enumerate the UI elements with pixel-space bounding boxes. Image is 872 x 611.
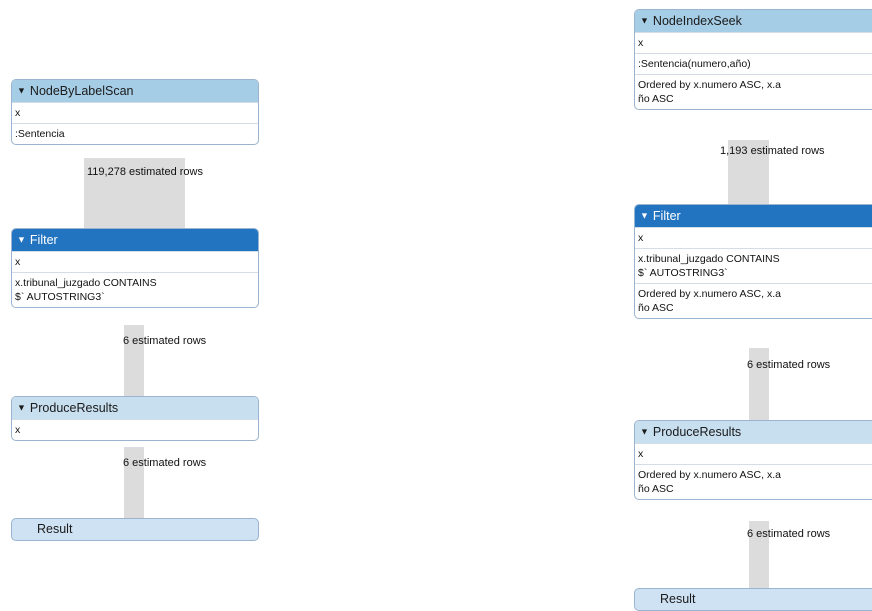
operator-identifier: x — [12, 102, 258, 123]
operator-detail: :Sentencia(numero,año) — [635, 53, 872, 74]
caret-down-icon[interactable]: ▼ — [640, 10, 649, 32]
operator-title: ProduceResults — [652, 425, 742, 439]
estimated-rows: 6 estimated rows — [123, 457, 207, 469]
caret-down-icon[interactable]: ▼ — [17, 80, 26, 102]
operator-identifier: x — [635, 227, 872, 248]
operator-title: NodeByLabelScan — [29, 84, 134, 98]
operator-identifier: x — [12, 419, 258, 440]
operator-order: Ordered by x.numero ASC, x.a ño ASC — [635, 464, 872, 499]
operator-identifier: x — [635, 443, 872, 464]
operator-produce-results[interactable]: ▼ ProduceResults x — [11, 396, 259, 441]
operator-detail: x.tribunal_juzgado CONTAINS $` AUTOSTRIN… — [12, 272, 258, 307]
operator-node-index-seek[interactable]: ▼ NodeIndexSeek x :Sentencia(numero,año)… — [634, 9, 872, 110]
caret-down-icon[interactable]: ▼ — [640, 421, 649, 443]
operator-detail: x.tribunal_juzgado CONTAINS $` AUTOSTRIN… — [635, 248, 872, 283]
operator-header[interactable]: ▼ Filter — [635, 205, 872, 227]
operator-detail: :Sentencia — [12, 123, 258, 144]
caret-down-icon[interactable]: ▼ — [17, 229, 26, 251]
operator-header[interactable]: ▼ NodeByLabelScan — [12, 80, 258, 102]
estimated-rows: 6 estimated rows — [747, 359, 831, 371]
estimated-rows: 119,278 estimated rows — [87, 166, 203, 178]
operator-order: Ordered by x.numero ASC, x.a ño ASC — [635, 283, 872, 318]
operator-title: Filter — [652, 209, 681, 223]
operator-identifier: x — [12, 251, 258, 272]
caret-down-icon[interactable]: ▼ — [640, 205, 649, 227]
estimated-rows: 6 estimated rows — [747, 528, 831, 540]
operator-title: NodeIndexSeek — [652, 14, 742, 28]
estimated-rows: 1,193 estimated rows — [720, 145, 825, 157]
operator-filter[interactable]: ▼ Filter x x.tribunal_juzgado CONTAINS $… — [11, 228, 259, 308]
operator-order: Ordered by x.numero ASC, x.a ño ASC — [635, 74, 872, 109]
operator-title: Filter — [29, 233, 58, 247]
operator-produce-results[interactable]: ▼ ProduceResults x Ordered by x.numero A… — [634, 420, 872, 500]
operator-header[interactable]: ▼ Filter — [12, 229, 258, 251]
operator-header[interactable]: ▼ ProduceResults — [12, 397, 258, 419]
operator-identifier: x — [635, 32, 872, 53]
result-node[interactable]: Result — [11, 518, 259, 541]
operator-header[interactable]: ▼ NodeIndexSeek — [635, 10, 872, 32]
result-node[interactable]: Result — [634, 588, 872, 611]
estimated-rows: 6 estimated rows — [123, 335, 207, 347]
operator-filter[interactable]: ▼ Filter x x.tribunal_juzgado CONTAINS $… — [634, 204, 872, 319]
operator-title: ProduceResults — [29, 401, 119, 415]
operator-node-by-label-scan[interactable]: ▼ NodeByLabelScan x :Sentencia — [11, 79, 259, 145]
operator-header[interactable]: ▼ ProduceResults — [635, 421, 872, 443]
caret-down-icon[interactable]: ▼ — [17, 397, 26, 419]
